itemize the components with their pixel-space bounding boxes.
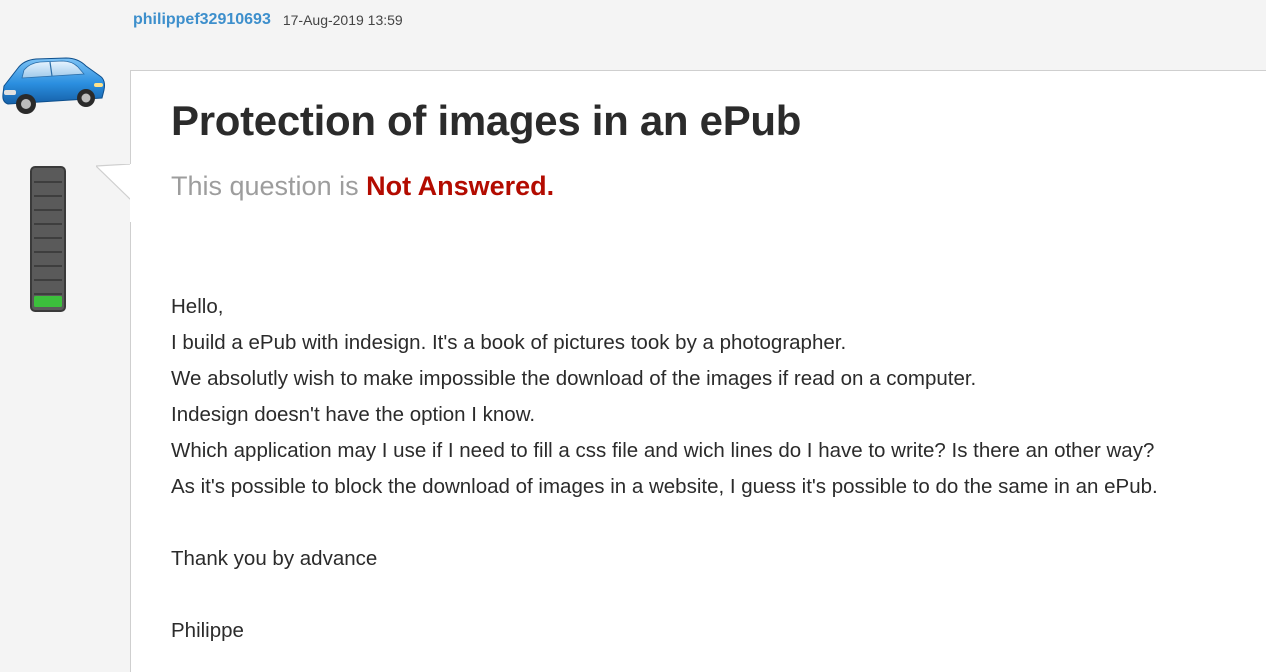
body-line: I build a ePub with indesign. It's a boo… <box>171 331 847 354</box>
body-line: As it's possible to block the download o… <box>171 475 1158 498</box>
forum-post-page: philippef32910693 17-Aug-2019 13:59 Prot… <box>0 0 1266 672</box>
body-line: Hello, <box>171 295 224 318</box>
question-body: Hello, I build a ePub with indesign. It'… <box>171 289 1251 649</box>
post-timestamp: 17-Aug-2019 13:59 <box>282 12 403 28</box>
question-title: Protection of images in an ePub <box>171 97 802 144</box>
status-meter-icon <box>30 166 66 312</box>
signature-line: Philippe <box>171 619 244 642</box>
blue-car-icon[interactable] <box>0 52 108 118</box>
card-pointer-arrow <box>96 164 132 222</box>
status-badge: Not Answered. <box>366 171 555 201</box>
closing-line: Thank you by advance <box>171 547 378 570</box>
author-link[interactable]: philippef32910693 <box>133 11 271 29</box>
status-prefix: This question is <box>171 171 359 201</box>
question-card: Protection of images in an ePub This que… <box>130 70 1266 672</box>
body-line: Which application may I use if I need to… <box>171 439 1155 462</box>
body-line: Indesign doesn't have the option I know. <box>171 403 536 426</box>
question-status: This question is Not Answered. <box>171 171 554 202</box>
body-line: We absolutly wish to make impossible the… <box>171 367 977 390</box>
post-meta: philippef32910693 17-Aug-2019 13:59 <box>133 8 403 32</box>
